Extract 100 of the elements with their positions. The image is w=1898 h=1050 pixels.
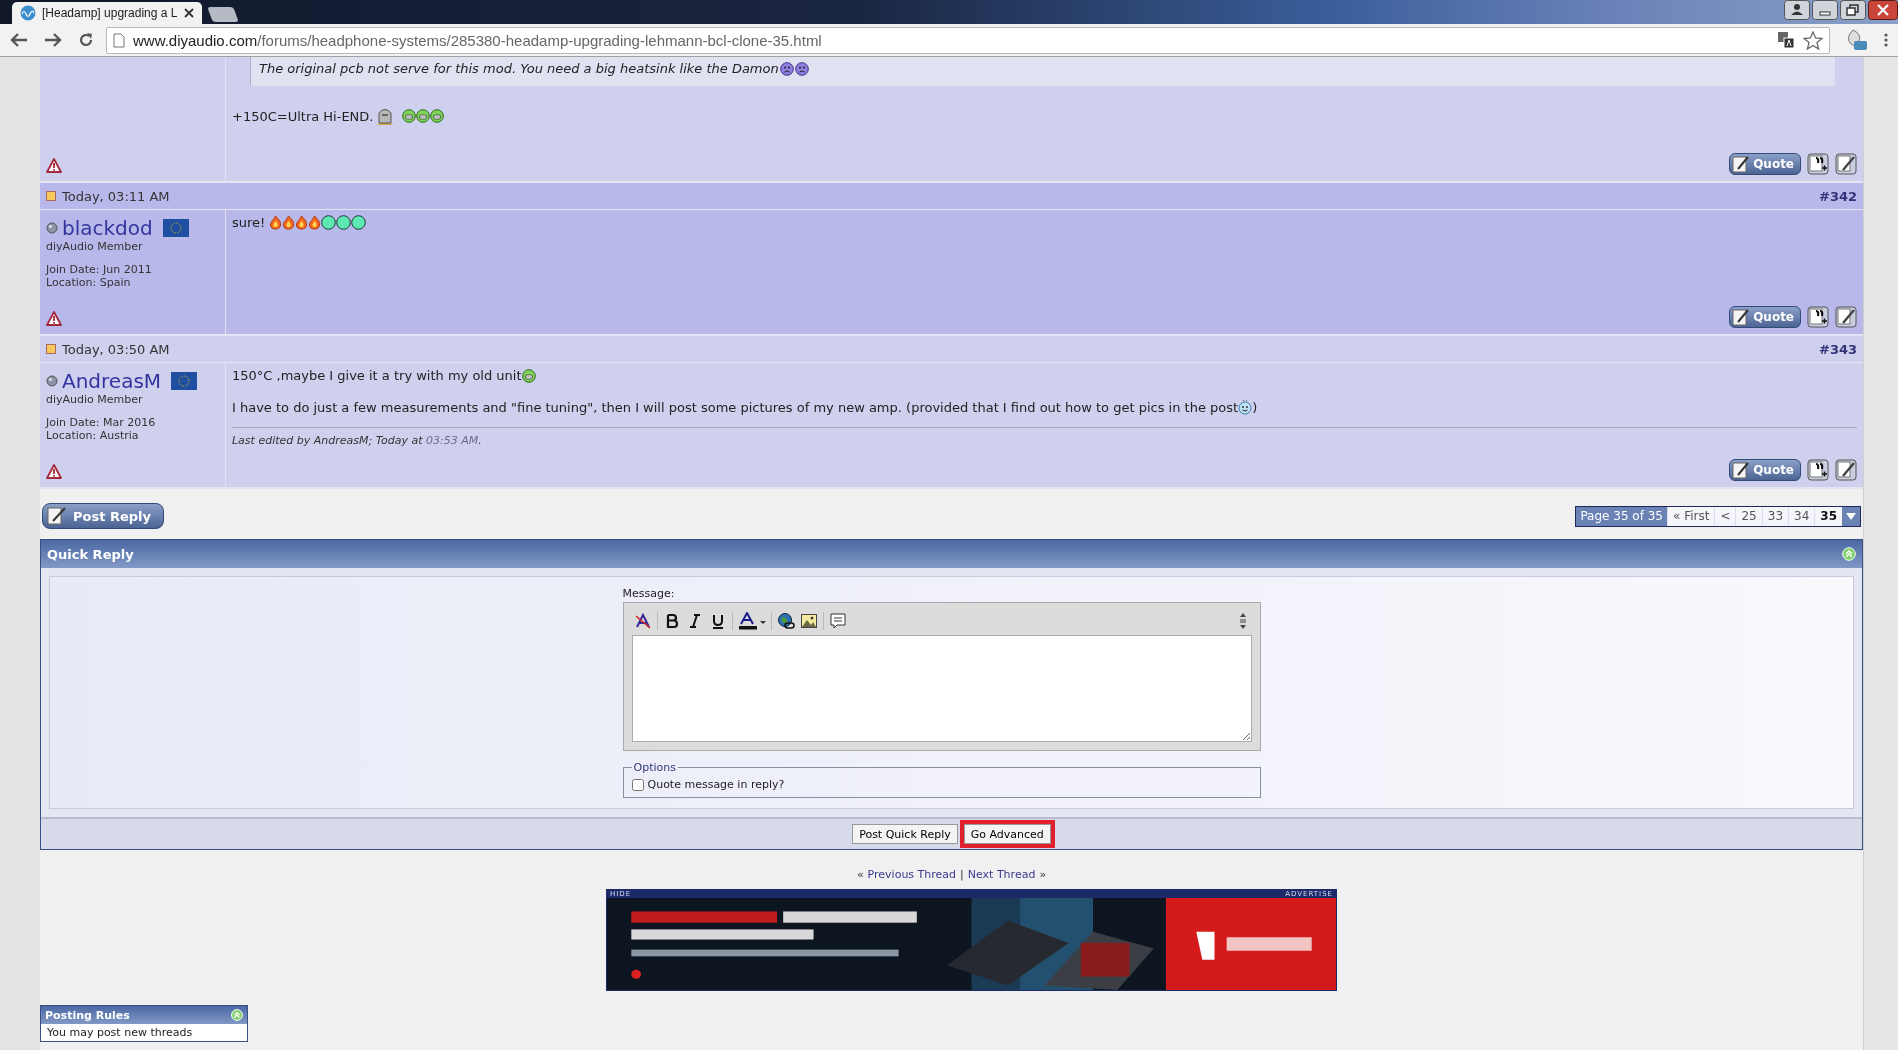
previous-thread-link[interactable]: Previous Thread [867,868,957,881]
user-icon[interactable] [1784,0,1810,20]
quote-button[interactable]: Quote [1729,306,1801,328]
star-icon[interactable] [1803,30,1823,50]
page-link[interactable]: 33 [1761,506,1789,526]
edit-pencil-icon[interactable] [1835,153,1857,175]
post-reply-button[interactable]: Post Reply [42,503,164,529]
close-icon[interactable] [184,8,194,18]
circle-icon [336,215,352,230]
site-icon [20,5,36,21]
flag-icon [171,372,198,390]
close-icon[interactable] [1868,0,1898,20]
edit-pencil-icon[interactable] [1835,459,1857,481]
forward-arrow-icon[interactable] [44,32,62,48]
frown-face-icon [794,61,809,76]
warning-icon[interactable] [46,158,62,173]
field-label: Message: [622,587,676,600]
collapse-icon[interactable] [1842,547,1856,561]
user-location: Location: Austria [46,429,140,442]
grin-face-icon [401,109,416,123]
flame-icon [308,215,322,230]
edit-pencil-icon[interactable] [1835,306,1857,328]
post-text: ) [1252,399,1258,415]
text-color-icon[interactable] [737,612,766,630]
flame-icon [269,215,283,230]
message-input-field[interactable] [631,635,1252,742]
circle-icon [351,215,367,230]
username-link[interactable]: AndreasM [62,369,162,393]
multi-quote-icon[interactable] [1807,153,1829,175]
browser-tab[interactable]: [Headamp] upgrading a L [12,2,202,24]
user-title: diyAudio Member [46,240,144,253]
circle-icon [321,215,337,230]
post-number-link[interactable]: #343 [1819,341,1857,357]
next-thread-link[interactable]: Next Thread [967,868,1036,881]
caret-icon [1846,512,1856,520]
post-text: 150°C ,maybe I give it a try with my old unit [232,368,522,383]
warning-icon[interactable] [46,311,62,326]
panel-title: Quick Reply [47,546,134,562]
minimize-icon[interactable] [1812,0,1838,20]
grin-face-icon [415,109,430,123]
tab-title: [Headamp] upgrading a L [42,6,178,20]
page-menu-button[interactable] [1842,506,1860,526]
url-text: www.diyaudio.com/forums/headphone-systems/285380-headamp-upgrading-lehmann-bcl-clone-35.html [133,31,822,49]
page-link[interactable]: « First [1667,506,1715,526]
grin-face-icon [429,109,444,123]
collapse-icon[interactable] [231,1009,243,1021]
document-pen-icon [47,506,67,526]
quote-text: The original pcb not serve for this mod. You need a big heatsink like the Damon [259,61,779,76]
form-button[interactable]: Post Quick Reply [852,824,958,844]
flame-icon [282,215,296,230]
page-link[interactable]: 25 [1735,506,1762,526]
group-title: Options [632,761,677,774]
guillemet-mark: « [856,868,864,881]
new-tab-button[interactable] [207,7,239,22]
join-date: Join Date: Mar 2016 [46,416,157,429]
post-text: sure! [232,215,267,230]
page-link[interactable]: 34 [1788,506,1815,526]
post-date: Today, 03:11 AM [62,188,170,204]
separator-mark: | [960,868,964,881]
scrollbar[interactable] [1863,57,1898,1050]
post-text: I have to do just a few measurements and "fine tuning", then I will post some pictures of my new amp. (provided that I find out how to get pics in the post [232,399,1239,415]
restore-icon[interactable] [1840,0,1866,20]
checkbox-label: Quote message in reply? [647,778,785,791]
smile-face-icon [1238,399,1253,415]
page-link[interactable]: < [1714,506,1736,526]
post-icon [46,191,56,201]
edit-note: Last edited by AndreasM; Today at 03:53 AM. [232,427,1857,447]
join-date: Join Date: Jun 2011 [46,263,153,276]
back-arrow-icon[interactable] [10,32,28,48]
remove-format-icon[interactable] [633,612,652,630]
post-number-link[interactable]: #342 [1819,188,1857,204]
quote-checkbox[interactable] [631,778,644,791]
rules-text: You may post new threads [46,1025,194,1041]
insert-image-icon[interactable] [799,612,818,630]
guillemet-mark: » [1039,868,1047,881]
username-link[interactable]: blackdod [62,216,153,240]
menu-icon[interactable] [1884,32,1888,48]
post-icon [46,344,56,354]
insert-link-icon[interactable] [776,612,795,630]
page-indicator: Page 35 of 35 [1576,506,1667,526]
translate-icon[interactable] [1777,31,1795,49]
quote-button[interactable]: Quote [1729,153,1801,175]
page-icon [113,32,125,48]
multi-quote-icon[interactable] [1807,459,1829,481]
multi-quote-icon[interactable] [1807,306,1829,328]
reload-icon[interactable] [78,32,94,48]
document-pen-icon [1732,155,1751,173]
post-date: Today, 03:50 AM [62,341,170,357]
document-pen-icon [1732,461,1751,479]
grin-face-icon [521,368,536,383]
quote-button[interactable]: Quote [1729,459,1801,481]
page-link[interactable]: 35 [1814,506,1842,526]
panel-title: Posting Rules [45,1008,130,1022]
user-location: Location: Spain [46,276,132,289]
warning-icon[interactable] [46,464,62,479]
address-field[interactable]: www.diyaudio.com/forums/headphone-systems/285380-headamp-upgrading-lehmann-bcl-clone-35.html [106,26,1830,54]
document-pen-icon [1732,308,1751,326]
frown-face-icon [779,61,794,76]
quote-bubble-icon[interactable] [828,612,847,630]
user-title: diyAudio Member [46,393,144,406]
